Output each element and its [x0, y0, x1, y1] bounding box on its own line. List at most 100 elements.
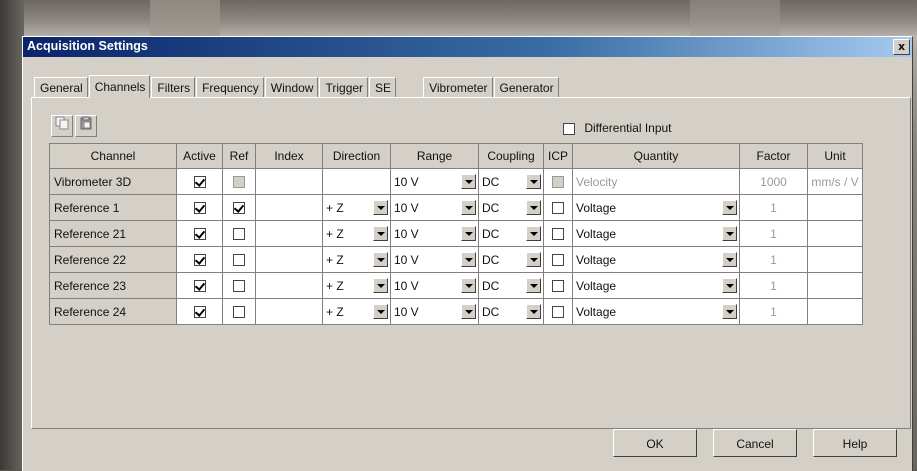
factor-cell[interactable]: 1	[739, 246, 808, 273]
chevron-down-icon[interactable]	[722, 251, 737, 267]
chevron-down-icon[interactable]	[526, 199, 541, 215]
icp-checkbox[interactable]	[552, 306, 564, 319]
header-icp[interactable]: ICP	[543, 143, 573, 169]
chevron-down-icon[interactable]	[722, 225, 737, 241]
chevron-down-icon[interactable]	[526, 277, 541, 293]
header-unit[interactable]: Unit	[807, 143, 863, 169]
chevron-down-icon[interactable]	[373, 225, 388, 241]
coupling-dropdown[interactable]: DC	[479, 222, 543, 246]
header-active[interactable]: Active	[176, 143, 223, 169]
unit-cell[interactable]	[807, 298, 863, 325]
coupling-dropdown[interactable]: DC	[479, 170, 543, 194]
chevron-down-icon[interactable]	[461, 303, 476, 319]
ref-checkbox[interactable]	[233, 254, 245, 267]
differential-input[interactable]: Differential Input	[563, 121, 672, 135]
factor-cell[interactable]: 1	[739, 194, 808, 221]
chevron-down-icon[interactable]	[461, 251, 476, 267]
coupling-dropdown[interactable]: DC	[479, 274, 543, 298]
close-button[interactable]: x	[893, 39, 910, 55]
unit-cell[interactable]	[807, 220, 863, 247]
header-direction[interactable]: Direction	[322, 143, 391, 169]
chevron-down-icon[interactable]	[373, 277, 388, 293]
direction-dropdown[interactable]: + Z	[323, 274, 390, 298]
index-cell[interactable]	[255, 220, 323, 247]
range-dropdown[interactable]: 10 V	[391, 222, 478, 246]
differential-input-checkbox[interactable]	[563, 122, 575, 135]
tab-general[interactable]: General	[34, 77, 88, 98]
quantity-dropdown[interactable]: Voltage	[573, 196, 739, 220]
active-checkbox[interactable]	[193, 202, 206, 215]
range-dropdown[interactable]: 10 V	[391, 274, 478, 298]
ok-button[interactable]: OK	[613, 429, 697, 457]
chevron-down-icon[interactable]	[722, 303, 737, 319]
chevron-down-icon[interactable]	[461, 225, 476, 241]
header-ref[interactable]: Ref	[222, 143, 256, 169]
factor-cell[interactable]: 1	[739, 220, 808, 247]
direction-dropdown[interactable]: + Z	[323, 222, 390, 246]
chevron-down-icon[interactable]	[722, 277, 737, 293]
active-checkbox[interactable]	[193, 254, 206, 267]
header-coupling[interactable]: Coupling	[478, 143, 544, 169]
quantity-dropdown[interactable]: Voltage	[573, 222, 739, 246]
tab-trigger[interactable]: Trigger	[319, 77, 369, 98]
quantity-dropdown[interactable]: Voltage	[573, 300, 739, 324]
chevron-down-icon[interactable]	[373, 251, 388, 267]
unit-cell[interactable]	[807, 246, 863, 273]
icp-checkbox[interactable]	[552, 228, 564, 241]
chevron-down-icon[interactable]	[461, 199, 476, 215]
ref-checkbox[interactable]	[233, 202, 245, 215]
direction-dropdown[interactable]: + Z	[323, 248, 390, 272]
cancel-button[interactable]: Cancel	[713, 429, 797, 457]
icp-checkbox[interactable]	[552, 280, 564, 293]
coupling-dropdown[interactable]: DC	[479, 248, 543, 272]
active-checkbox[interactable]	[193, 228, 206, 241]
chevron-down-icon[interactable]	[526, 303, 541, 319]
coupling-dropdown[interactable]: DC	[479, 196, 543, 220]
chevron-down-icon[interactable]	[461, 277, 476, 293]
active-checkbox[interactable]	[193, 306, 206, 319]
range-dropdown[interactable]: 10 V	[391, 248, 478, 272]
unit-cell[interactable]	[807, 194, 863, 221]
index-cell[interactable]	[255, 194, 323, 221]
header-index[interactable]: Index	[255, 143, 323, 169]
chevron-down-icon[interactable]	[722, 199, 737, 215]
chevron-down-icon[interactable]	[526, 225, 541, 241]
tab-vibrometer[interactable]: Vibrometer	[423, 77, 493, 98]
index-cell[interactable]	[255, 246, 323, 273]
index-cell[interactable]	[255, 298, 323, 325]
tab-generator[interactable]: Generator	[493, 77, 559, 98]
tab-channels[interactable]: Channels	[88, 75, 151, 98]
active-checkbox[interactable]	[193, 176, 206, 189]
tab-filters[interactable]: Filters	[151, 77, 196, 98]
tab-se[interactable]: SE	[369, 77, 397, 98]
quantity-dropdown[interactable]: Voltage	[573, 248, 739, 272]
factor-cell[interactable]: 1	[739, 272, 808, 299]
icp-checkbox[interactable]	[552, 202, 564, 215]
header-quantity[interactable]: Quantity	[572, 143, 740, 169]
index-cell[interactable]	[255, 272, 323, 299]
unit-cell[interactable]	[807, 272, 863, 299]
paste-button[interactable]	[75, 115, 97, 137]
ref-checkbox[interactable]	[233, 306, 245, 319]
range-dropdown[interactable]: 10 V	[391, 196, 478, 220]
chevron-down-icon[interactable]	[373, 303, 388, 319]
icp-checkbox[interactable]	[552, 254, 564, 267]
chevron-down-icon[interactable]	[526, 251, 541, 267]
coupling-dropdown[interactable]: DC	[479, 300, 543, 324]
direction-dropdown[interactable]: + Z	[323, 300, 390, 324]
header-factor[interactable]: Factor	[739, 143, 808, 169]
tab-window[interactable]: Window	[264, 77, 319, 98]
range-dropdown[interactable]: 10 V	[391, 170, 478, 194]
index-cell[interactable]	[255, 168, 323, 195]
copy-button[interactable]	[51, 115, 73, 137]
chevron-down-icon[interactable]	[461, 173, 476, 189]
ref-checkbox[interactable]	[233, 280, 245, 293]
active-checkbox[interactable]	[193, 280, 206, 293]
header-range[interactable]: Range	[390, 143, 479, 169]
range-dropdown[interactable]: 10 V	[391, 300, 478, 324]
help-button[interactable]: Help	[813, 429, 897, 457]
factor-cell[interactable]: 1	[739, 298, 808, 325]
chevron-down-icon[interactable]	[526, 173, 541, 189]
quantity-dropdown[interactable]: Voltage	[573, 274, 739, 298]
chevron-down-icon[interactable]	[373, 199, 388, 215]
